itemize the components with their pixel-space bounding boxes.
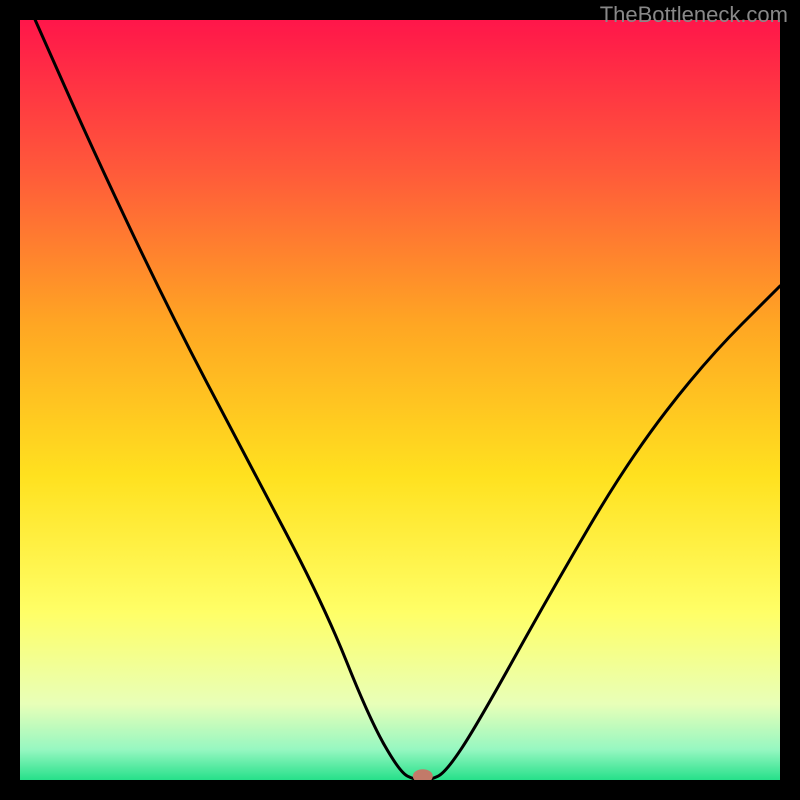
chart-plot-area: [20, 20, 780, 780]
watermark-text: TheBottleneck.com: [600, 2, 788, 28]
bottleneck-chart: [20, 20, 780, 780]
